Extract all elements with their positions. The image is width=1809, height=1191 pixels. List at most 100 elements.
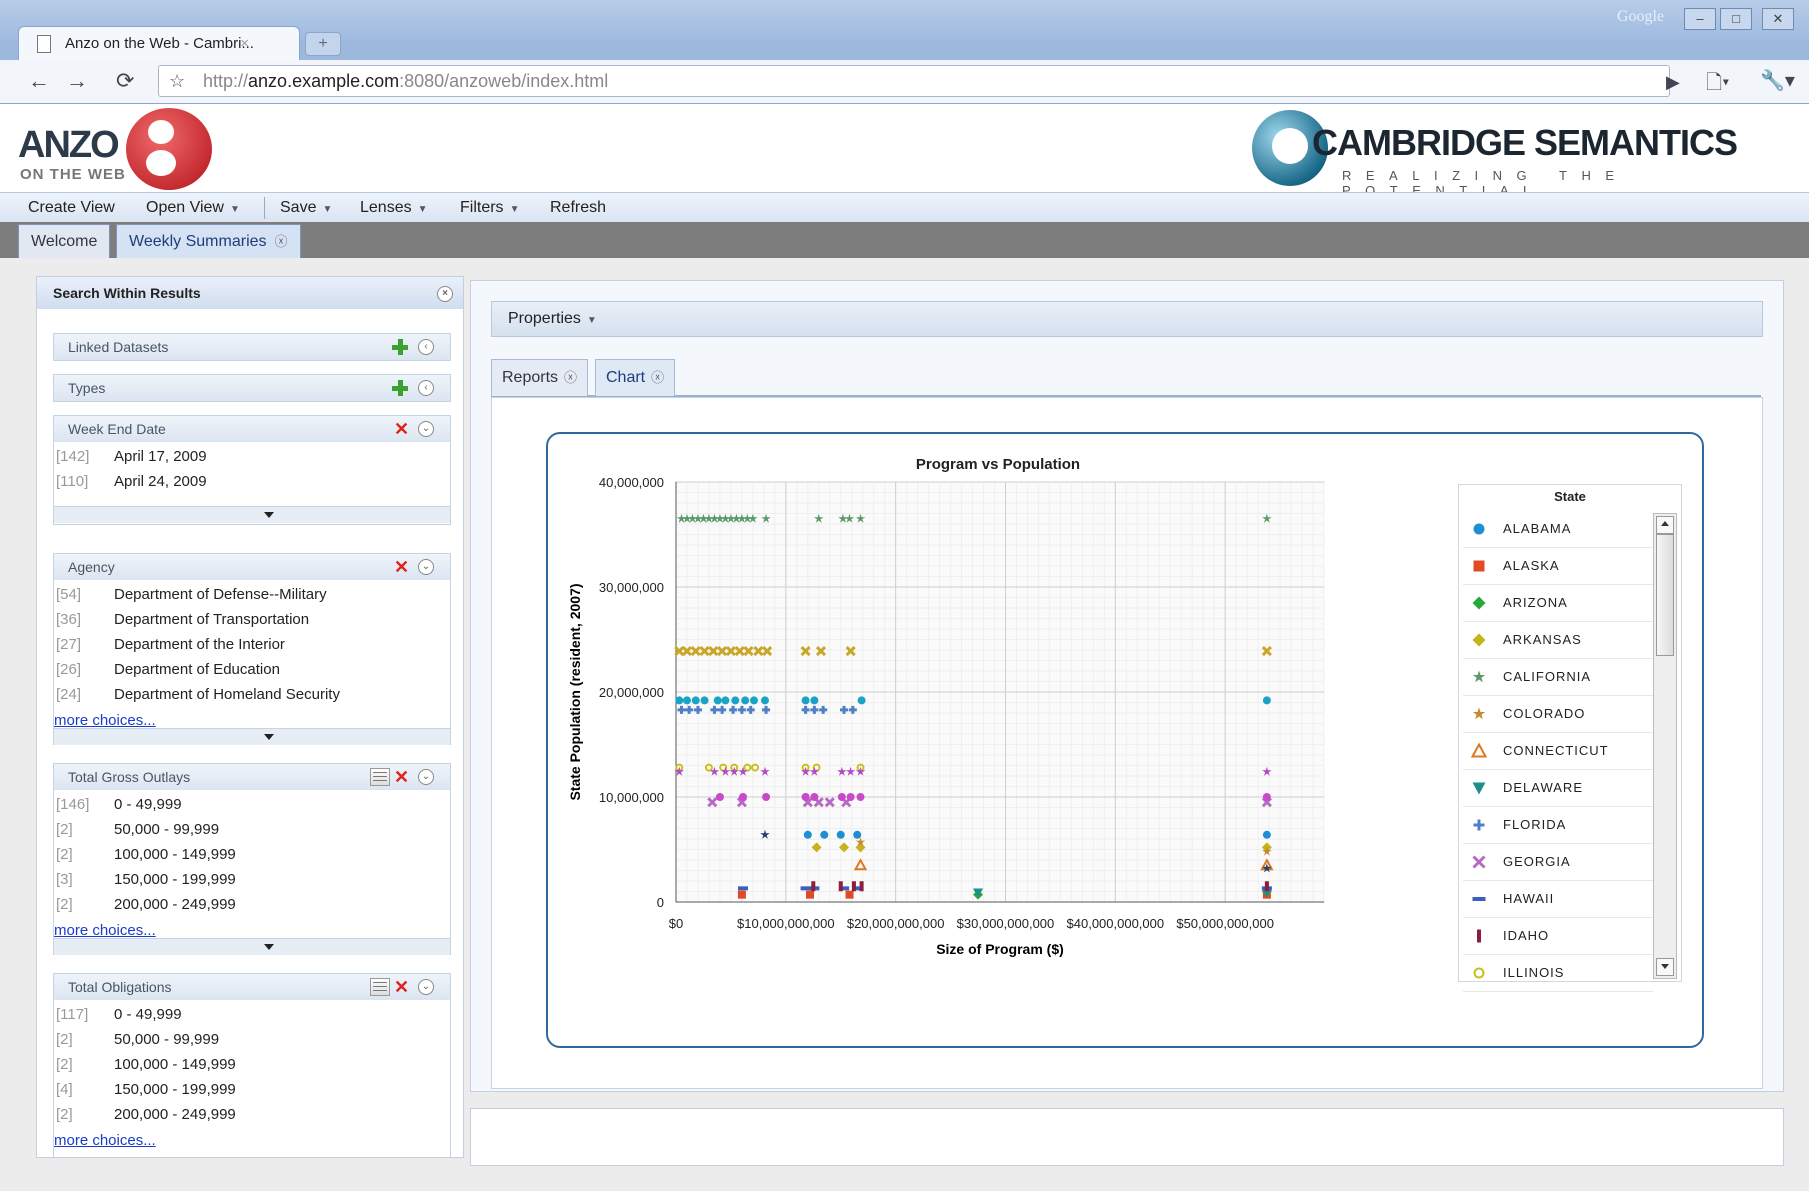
legend-item[interactable]: ARIZONA xyxy=(1463,585,1653,622)
data-point[interactable] xyxy=(836,830,845,839)
data-point[interactable] xyxy=(700,696,709,705)
facet-row[interactable]: [117] 0 - 49,999 xyxy=(56,1006,182,1023)
data-point[interactable] xyxy=(749,696,758,705)
new-tab-button[interactable]: + xyxy=(305,32,341,56)
data-point[interactable] xyxy=(737,886,748,891)
collapse-icon[interactable]: ⌄ xyxy=(418,769,434,785)
data-point[interactable] xyxy=(675,696,684,705)
collapse-icon[interactable]: ⌄ xyxy=(418,559,434,575)
data-point[interactable] xyxy=(801,793,810,801)
more-choices-link[interactable]: more choices... xyxy=(54,712,156,729)
add-icon[interactable] xyxy=(392,339,408,355)
minimize-button[interactable]: – xyxy=(1684,8,1716,30)
data-point[interactable] xyxy=(731,696,740,705)
collapse-icon[interactable]: ‹ xyxy=(418,339,434,355)
legend-scrollbar[interactable] xyxy=(1653,513,1677,979)
data-point[interactable] xyxy=(805,890,814,899)
facet-header[interactable]: Linked Datasets ‹ xyxy=(54,334,450,360)
tab-welcome[interactable]: Welcome xyxy=(18,224,111,259)
data-point[interactable] xyxy=(837,793,846,801)
legend-item[interactable]: ARKANSAS xyxy=(1463,622,1653,659)
facet-header[interactable]: Types ‹ xyxy=(54,375,450,401)
data-point[interactable] xyxy=(851,881,856,892)
legend-item[interactable]: HAWAII xyxy=(1463,881,1653,918)
facet-row[interactable]: [27] Department of the Interior xyxy=(56,636,285,653)
data-point[interactable] xyxy=(682,696,691,705)
facet-header[interactable]: Agency ✕ ⌄ xyxy=(54,554,450,580)
remove-icon[interactable]: ✕ xyxy=(394,768,409,786)
data-point[interactable] xyxy=(845,890,854,899)
facet-row[interactable]: [3] 150,000 - 199,999 xyxy=(56,871,236,888)
data-point[interactable] xyxy=(691,696,700,705)
data-point[interactable] xyxy=(820,830,829,839)
data-point[interactable] xyxy=(838,881,843,892)
data-point[interactable] xyxy=(737,890,746,899)
close-tab-icon[interactable]: ⓧ xyxy=(275,234,288,249)
data-point[interactable] xyxy=(715,793,724,801)
forward-icon[interactable]: → xyxy=(66,68,88,94)
page-menu-icon[interactable]: 🗋▾ xyxy=(1706,68,1729,102)
data-point[interactable] xyxy=(803,830,812,839)
data-point[interactable] xyxy=(801,696,810,705)
remove-icon[interactable]: ✕ xyxy=(394,558,409,576)
menu-open-view[interactable]: Open View ▼ xyxy=(146,199,240,217)
collapse-icon[interactable]: ⌄ xyxy=(418,421,434,437)
properties-bar[interactable]: Properties ▼ xyxy=(491,301,1763,337)
data-point[interactable] xyxy=(1262,793,1271,801)
tab-reports[interactable]: Reports ⓧ xyxy=(491,359,589,396)
legend-item[interactable]: FLORIDA xyxy=(1463,807,1653,844)
close-panel-icon[interactable]: × xyxy=(437,286,453,302)
menu-lenses[interactable]: Lenses ▼ xyxy=(360,199,428,217)
data-point[interactable] xyxy=(800,886,811,891)
back-icon[interactable]: ← xyxy=(28,68,50,94)
facet-row[interactable]: [2] 50,000 - 99,999 xyxy=(56,1031,219,1048)
facet-row[interactable]: [146] 0 - 49,999 xyxy=(56,796,182,813)
tab-weekly-summaries[interactable]: Weekly Summaries ⓧ xyxy=(116,224,301,259)
data-point[interactable] xyxy=(713,696,722,705)
legend-item[interactable]: IDAHO xyxy=(1463,918,1653,955)
facet-row[interactable]: [110] April 24, 2009 xyxy=(56,473,207,490)
facet-row[interactable]: [4] 150,000 - 199,999 xyxy=(56,1081,236,1098)
legend-item[interactable]: ALABAMA xyxy=(1463,511,1653,548)
scroll-down-icon[interactable] xyxy=(1656,958,1674,976)
data-point[interactable] xyxy=(810,793,819,801)
wrench-icon[interactable]: 🔧▾ xyxy=(1760,68,1795,93)
close-tab-icon[interactable]: ⓧ xyxy=(651,370,664,385)
facet-header[interactable]: Total Gross Outlays ✕ ⌄ xyxy=(54,764,450,790)
add-icon[interactable] xyxy=(392,380,408,396)
close-tab-icon[interactable]: ⓧ xyxy=(564,370,577,385)
legend-item[interactable]: COLORADO xyxy=(1463,696,1653,733)
data-point[interactable] xyxy=(741,696,750,705)
address-bar[interactable]: ☆ http://anzo.example.com:8080/anzoweb/i… xyxy=(158,65,1670,97)
data-point[interactable] xyxy=(856,793,865,801)
data-point[interactable] xyxy=(1264,881,1269,892)
legend-item[interactable]: CONNECTICUT xyxy=(1463,733,1653,770)
facet-row[interactable]: [54] Department of Defense--Military xyxy=(56,586,327,603)
scroll-up-icon[interactable] xyxy=(1656,516,1674,534)
properties-menu[interactable]: Properties ▼ xyxy=(508,310,597,328)
close-tab-icon[interactable]: × xyxy=(240,27,249,61)
facet-row[interactable]: [2] 100,000 - 149,999 xyxy=(56,846,236,863)
collapse-icon[interactable]: ⌄ xyxy=(418,979,434,995)
legend-item[interactable]: DELAWARE xyxy=(1463,770,1653,807)
data-point[interactable] xyxy=(859,881,864,892)
data-point[interactable] xyxy=(846,793,855,801)
facet-row[interactable]: [36] Department of Transportation xyxy=(56,611,309,628)
data-point[interactable] xyxy=(760,696,769,705)
remove-icon[interactable]: ✕ xyxy=(394,978,409,996)
menu-refresh[interactable]: Refresh xyxy=(550,199,606,217)
data-point[interactable] xyxy=(738,793,747,801)
legend-item[interactable]: ILLINOIS xyxy=(1463,955,1653,992)
tab-chart[interactable]: Chart ⓧ xyxy=(595,359,676,396)
facet-row[interactable]: [2] 200,000 - 249,999 xyxy=(56,1106,236,1123)
data-point[interactable] xyxy=(721,696,730,705)
collapse-icon[interactable]: ‹ xyxy=(418,380,434,396)
more-choices-link[interactable]: more choices... xyxy=(54,922,156,939)
remove-icon[interactable]: ✕ xyxy=(394,420,409,438)
close-window-button[interactable]: ✕ xyxy=(1762,8,1794,30)
play-icon[interactable]: ▶ xyxy=(1666,72,1680,93)
browser-tab[interactable]: Anzo on the Web - Cambri... × xyxy=(18,26,300,61)
maximize-button[interactable]: □ xyxy=(1720,8,1752,30)
facet-row[interactable]: [2] 100,000 - 149,999 xyxy=(56,1056,236,1073)
data-point[interactable] xyxy=(857,696,866,705)
